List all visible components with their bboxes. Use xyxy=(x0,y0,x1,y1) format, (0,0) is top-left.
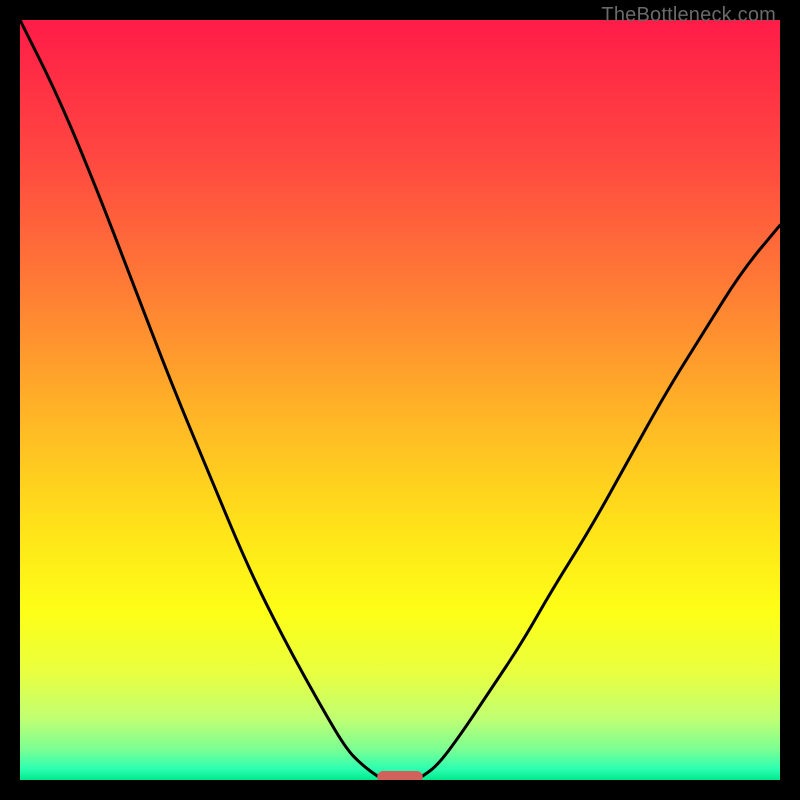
plot-background xyxy=(20,20,780,780)
minimum-marker xyxy=(377,771,423,780)
minimum-marker-bar xyxy=(377,771,423,780)
chart-svg xyxy=(20,20,780,780)
chart-frame xyxy=(20,20,780,780)
watermark-text: TheBottleneck.com xyxy=(601,4,776,27)
